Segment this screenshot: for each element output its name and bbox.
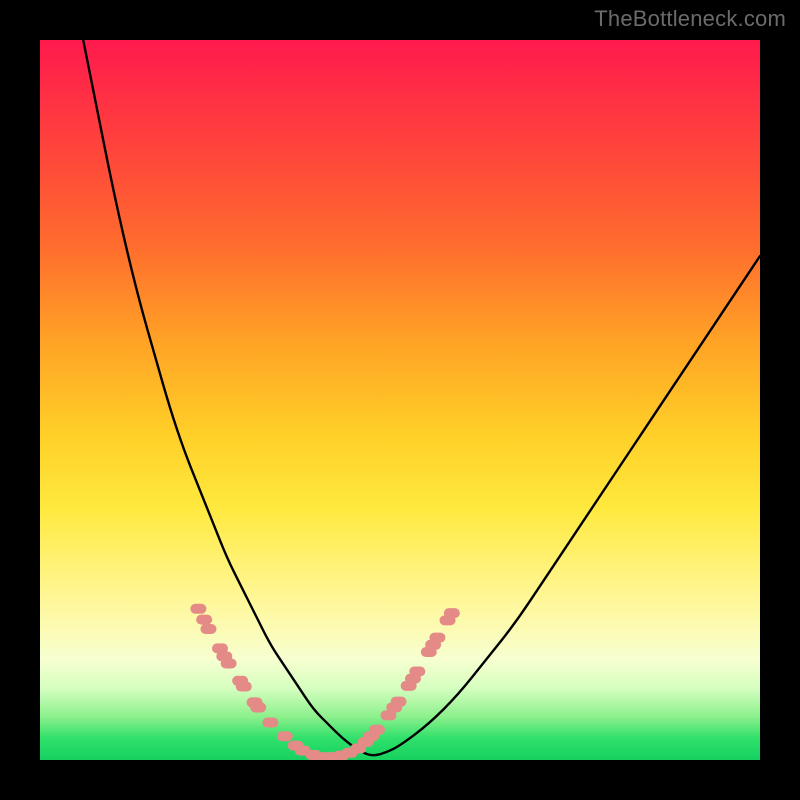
curve-marker bbox=[391, 697, 407, 707]
curve-marker bbox=[444, 608, 460, 618]
curve-marker bbox=[250, 702, 266, 712]
chart-frame: TheBottleneck.com bbox=[0, 0, 800, 800]
markers-layer bbox=[190, 604, 459, 760]
curve-marker bbox=[369, 725, 385, 735]
plot-area bbox=[40, 40, 760, 760]
curve-layer bbox=[83, 40, 760, 755]
curve-marker bbox=[190, 604, 206, 614]
watermark-text: TheBottleneck.com bbox=[594, 6, 786, 32]
curve-marker bbox=[262, 718, 278, 728]
curve-marker bbox=[409, 666, 425, 676]
curve-marker bbox=[196, 615, 212, 625]
curve-marker bbox=[277, 731, 293, 741]
curve-marker bbox=[236, 682, 252, 692]
curve-marker bbox=[429, 633, 445, 643]
bottleneck-curve bbox=[83, 40, 760, 755]
chart-svg bbox=[40, 40, 760, 760]
curve-marker bbox=[221, 659, 237, 669]
curve-marker bbox=[200, 624, 216, 634]
